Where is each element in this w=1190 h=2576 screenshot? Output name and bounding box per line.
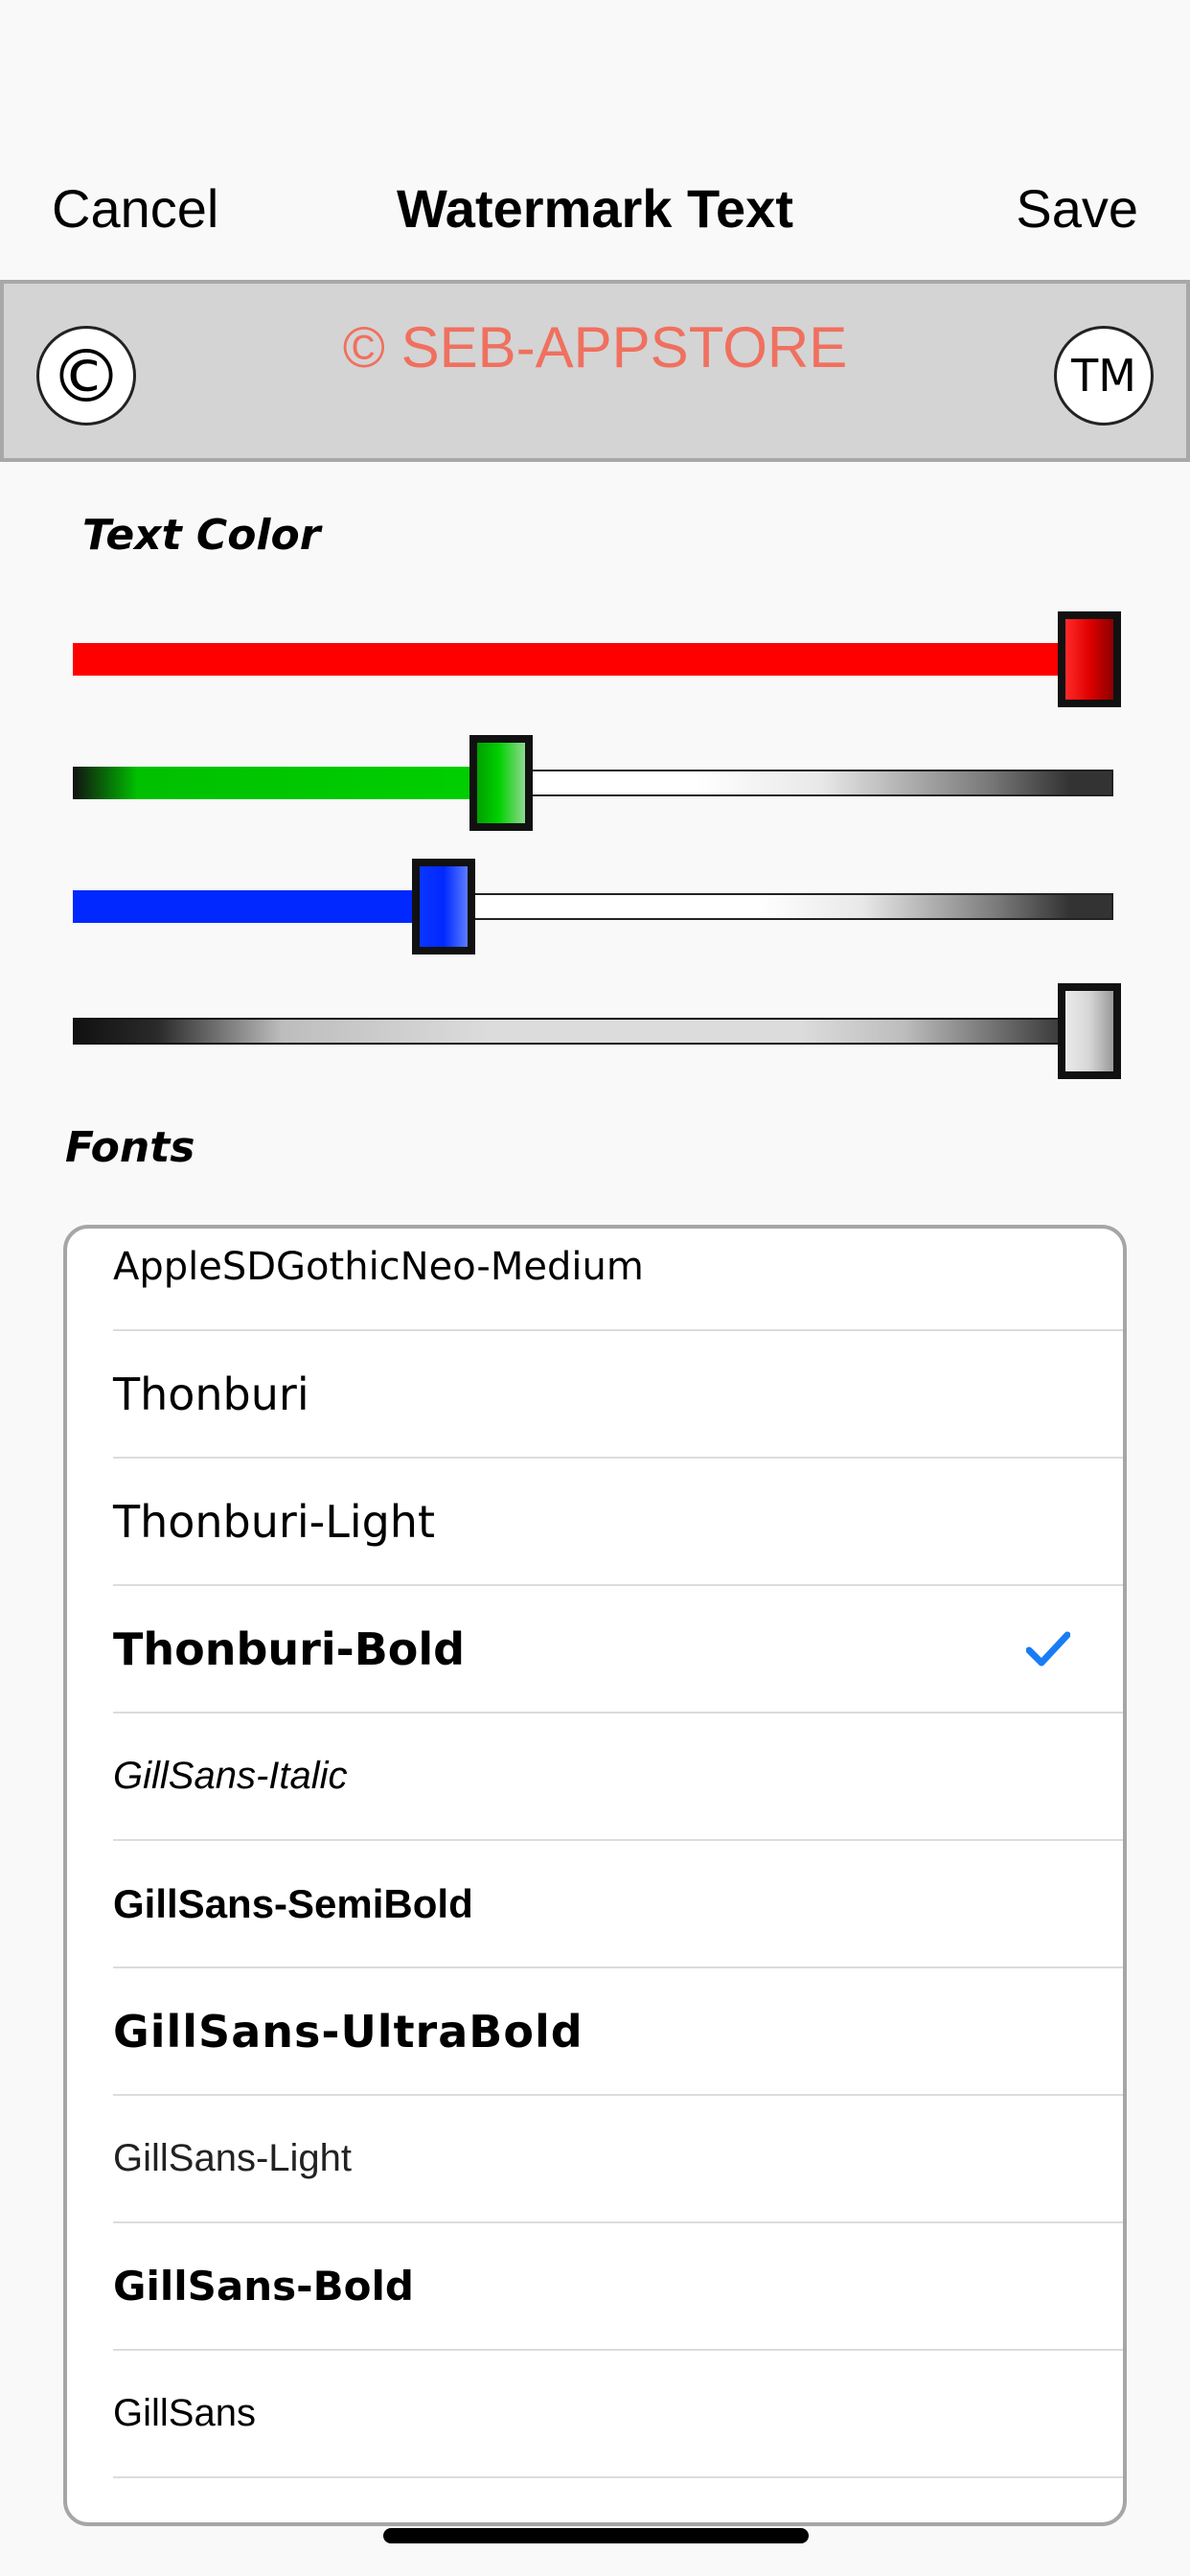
font-name: GillSans	[113, 2392, 256, 2434]
watermark-preview-text: © SEB-APPSTORE	[342, 315, 848, 380]
green-slider-fill	[73, 767, 504, 799]
red-slider[interactable]	[73, 611, 1121, 707]
font-name: GillSans-UltraBold	[113, 2005, 584, 2058]
font-row[interactable]: AppleSDGothicNeo-Medium	[113, 1229, 1123, 1331]
font-name: AppleSDGothicNeo-Medium	[113, 1244, 644, 1289]
font-row[interactable]: GillSans-UltraBold	[113, 1968, 1123, 2096]
green-slider-thumb[interactable]	[469, 735, 533, 831]
blue-slider-fill	[73, 890, 437, 923]
fonts-list[interactable]: AppleSDGothicNeo-Medium Thonburi Thonbur…	[63, 1225, 1127, 2526]
font-name: Thonburi-Light	[113, 1495, 435, 1548]
font-row[interactable]: Thonburi-Light	[113, 1459, 1123, 1586]
checkmark-icon	[1019, 1631, 1077, 1668]
save-button[interactable]: Save	[1016, 178, 1138, 240]
font-name: GillSans-Light	[113, 2137, 353, 2179]
page-title: Watermark Text	[397, 178, 793, 239]
red-slider-fill	[73, 643, 1088, 676]
watermark-preview: © © SEB-APPSTORE TM	[0, 280, 1190, 462]
font-name: GillSans-Italic	[113, 1755, 348, 1797]
font-row[interactable]: GillSans-Bold	[113, 2223, 1123, 2351]
font-name: Thonburi-Bold	[113, 1622, 466, 1675]
text-color-label: Text Color	[82, 511, 321, 560]
blue-slider-thumb[interactable]	[412, 859, 475, 954]
blue-slider[interactable]	[73, 859, 1117, 954]
font-row[interactable]: Thonburi	[113, 1331, 1123, 1459]
green-slider[interactable]	[73, 735, 1117, 831]
watermark-text-screen: Cancel Watermark Text Save © © SEB-APPST…	[0, 0, 1190, 2576]
font-name: GillSans-Bold	[113, 2263, 414, 2310]
font-name: GillSans-SemiBold	[113, 1880, 473, 1926]
trademark-icon: TM	[1071, 350, 1136, 402]
font-row[interactable]: GillSans-SemiBold	[113, 1841, 1123, 1968]
red-slider-thumb[interactable]	[1058, 611, 1121, 707]
trademark-symbol-button[interactable]: TM	[1054, 326, 1154, 426]
font-row-selected[interactable]: Thonburi-Bold	[113, 1586, 1123, 1714]
font-name: Thonburi	[113, 1368, 309, 1420]
font-row[interactable]: GillSans	[113, 2351, 1123, 2478]
opacity-slider-thumb[interactable]	[1058, 983, 1121, 1079]
font-row[interactable]: GillSans-SemiBoldItalic	[113, 2478, 1123, 2522]
opacity-slider[interactable]	[73, 983, 1121, 1079]
opacity-slider-track	[73, 1018, 1113, 1045]
font-name: GillSans-SemiBoldItalic	[113, 2517, 1123, 2522]
font-row[interactable]: GillSans-Light	[113, 2096, 1123, 2223]
cancel-button[interactable]: Cancel	[52, 178, 218, 240]
font-row[interactable]: GillSans-Italic	[113, 1714, 1123, 1841]
fonts-label: Fonts	[65, 1123, 195, 1172]
home-indicator[interactable]	[383, 2528, 809, 2543]
